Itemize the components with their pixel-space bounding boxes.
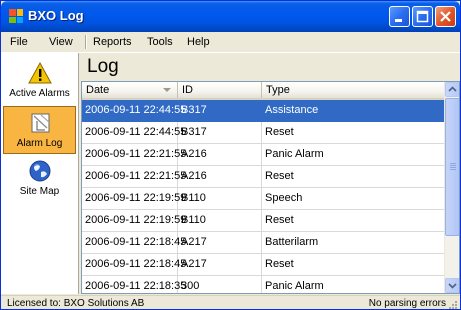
globe-icon <box>29 160 51 182</box>
column-header-type[interactable]: Type <box>262 82 444 98</box>
log-table: Date ID Type 2006-09-11 22:44:55 B317 Assi… <box>81 81 460 294</box>
cell-type: Panic Alarm <box>265 280 324 292</box>
table-row[interactable]: 2006-09-11 22:19:59 B110 Speech <box>82 188 444 210</box>
sidebar-item-alarm-log[interactable]: Alarm Log <box>3 106 76 154</box>
cell-type: Reset <box>265 170 294 182</box>
cell-id: A216 <box>178 166 262 187</box>
cell-type: Assistance <box>265 104 319 116</box>
minimize-icon <box>395 19 402 22</box>
chevron-down-icon <box>448 283 457 289</box>
cell-date: 2006-09-11 22:44:55 <box>82 100 186 121</box>
cell-type: Reset <box>265 126 294 138</box>
cell-type: Reset <box>265 258 294 270</box>
cell-date: 2006-09-11 22:44:55 <box>82 122 186 143</box>
scroll-thumb[interactable] <box>445 98 459 236</box>
vertical-scrollbar[interactable] <box>444 82 459 293</box>
sidebar-item-site-map[interactable]: Site Map <box>3 155 76 203</box>
maximize-icon <box>416 10 429 23</box>
cell-date: 2006-09-11 22:19:59 <box>82 188 186 209</box>
scroll-up-button[interactable] <box>445 82 459 97</box>
table-row[interactable]: 2006-09-11 22:44:55 B317 Assistance <box>82 100 444 122</box>
table-row[interactable]: 2006-09-11 22:18:45 A217 Batterilarm <box>82 232 444 254</box>
minimize-button[interactable] <box>389 6 410 27</box>
cell-date: 2006-09-11 22:21:55 <box>82 166 186 187</box>
column-header-label: ID <box>182 84 193 96</box>
status-bar: Licensed to: BXO Solutions AB No parsing… <box>1 295 460 310</box>
scroll-down-button[interactable] <box>445 278 459 293</box>
page-title: Log <box>87 56 119 77</box>
column-header-label: Type <box>266 84 290 96</box>
cell-id: B317 <box>178 100 262 121</box>
close-icon <box>440 11 451 22</box>
table-body: 2006-09-11 22:44:55 B317 Assistance 2006-09… <box>82 100 444 293</box>
menu-help[interactable]: Help <box>187 36 210 48</box>
table-row[interactable]: 2006-09-11 22:19:59 B110 Reset <box>82 210 444 232</box>
title-bar[interactable]: BXO Log <box>1 1 460 32</box>
menu-tools[interactable]: Tools <box>147 36 173 48</box>
cell-date: 2006-09-11 22:18:45 <box>82 254 186 275</box>
menu-reports[interactable]: Reports <box>93 36 132 48</box>
cell-id: 300 <box>178 276 262 293</box>
table-header: Date ID Type <box>82 82 444 100</box>
cell-date: 2006-09-11 22:21:55 <box>82 144 186 165</box>
table-row[interactable]: 2006-09-11 22:44:55 B317 Reset <box>82 122 444 144</box>
cell-type: Speech <box>265 192 303 204</box>
maximize-button[interactable] <box>412 6 433 27</box>
menu-file[interactable]: File <box>10 36 28 48</box>
cell-date: 2006-09-11 22:18:35 <box>82 276 186 293</box>
column-header-date[interactable]: Date <box>82 82 178 98</box>
warning-icon <box>28 61 52 84</box>
cell-id: B110 <box>178 188 262 209</box>
table-row[interactable]: 2006-09-11 22:18:35 300 Panic Alarm <box>82 276 444 293</box>
license-status: Licensed to: BXO Solutions AB <box>7 298 145 309</box>
cell-type: Panic Alarm <box>265 148 324 160</box>
table-row[interactable]: 2006-09-11 22:21:55 A216 Reset <box>82 166 444 188</box>
menu-view[interactable]: View <box>49 36 73 48</box>
sort-descending-icon <box>163 88 171 92</box>
table-row[interactable]: 2006-09-11 22:18:45 A217 Reset <box>82 254 444 276</box>
menu-bar: File View Reports Tools Help <box>1 32 460 53</box>
resize-grip-icon[interactable] <box>448 300 458 310</box>
column-header-id[interactable]: ID <box>178 82 262 98</box>
cell-id: B317 <box>178 122 262 143</box>
cell-type: Reset <box>265 214 294 226</box>
cell-id: A217 <box>178 254 262 275</box>
sidebar-item-label: Active Alarms <box>9 88 70 99</box>
sidebar: Active Alarms Alarm Log Site Map <box>1 53 79 294</box>
sidebar-item-label: Site Map <box>19 186 60 197</box>
app-window: BXO Log File View Reports Tools Help Act… <box>0 0 461 310</box>
sidebar-item-active-alarms[interactable]: Active Alarms <box>3 57 76 105</box>
window-title: BXO Log <box>28 8 84 23</box>
cell-date: 2006-09-11 22:18:45 <box>82 232 186 253</box>
close-button[interactable] <box>435 6 456 27</box>
cell-id: A217 <box>178 232 262 253</box>
cell-type: Batterilarm <box>265 236 319 248</box>
sidebar-item-label: Alarm Log <box>16 138 63 149</box>
table-row[interactable]: 2006-09-11 22:21:55 A216 Panic Alarm <box>82 144 444 166</box>
menu-separator <box>85 35 87 49</box>
app-icon <box>9 9 23 23</box>
cell-id: A216 <box>178 144 262 165</box>
cell-date: 2006-09-11 22:19:59 <box>82 210 186 231</box>
chevron-up-icon <box>448 86 457 92</box>
log-icon <box>31 113 51 133</box>
cell-id: B110 <box>178 210 262 231</box>
column-header-label: Date <box>86 84 110 96</box>
parsing-status: No parsing errors <box>368 298 446 309</box>
